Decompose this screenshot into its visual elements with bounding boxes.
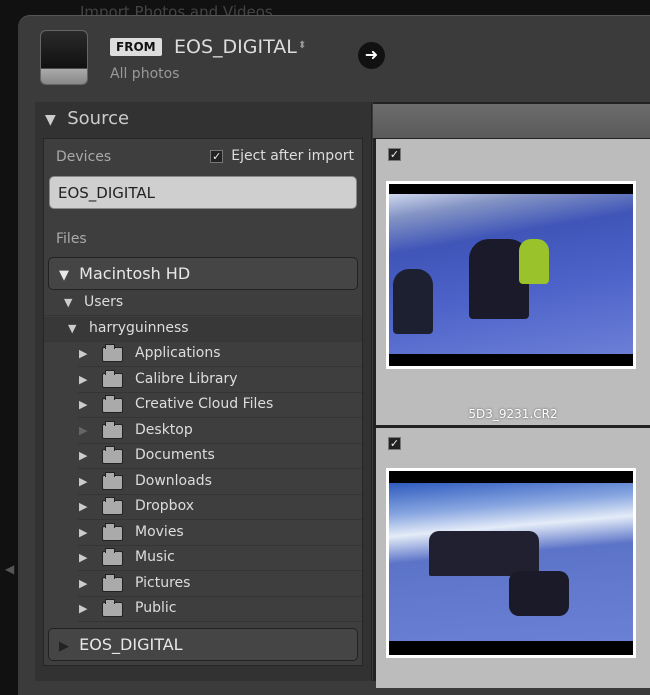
tree-item-folder[interactable]: ▶ Movies bbox=[78, 521, 362, 546]
triangle-right-icon[interactable]: ▶ bbox=[79, 500, 87, 513]
triangle-right-icon[interactable]: ▶ bbox=[79, 347, 87, 360]
folder-icon bbox=[102, 599, 123, 617]
grid-cell[interactable]: ✓ bbox=[376, 428, 650, 688]
tree-item-folder[interactable]: ▶ Music bbox=[78, 546, 362, 571]
triangle-right-icon[interactable]: ▶ bbox=[79, 526, 87, 539]
folder-icon bbox=[102, 369, 123, 388]
triangle-right-icon[interactable]: ▶ bbox=[79, 602, 87, 615]
from-badge: FROM bbox=[110, 38, 162, 56]
photo-thumbnail[interactable] bbox=[386, 181, 636, 369]
triangle-down-icon: ▼ bbox=[59, 268, 69, 283]
tree-item-folder[interactable]: ▶ Creative Cloud Files bbox=[78, 393, 362, 418]
folder-icon bbox=[102, 395, 123, 413]
folder-icon bbox=[102, 522, 123, 541]
tree-item-folder[interactable]: ▶ Public bbox=[78, 597, 362, 622]
triangle-right-icon[interactable]: ▶ bbox=[79, 577, 87, 590]
triangle-right-icon[interactable]: ▶ bbox=[79, 449, 87, 462]
photo-filename: 5D3_9231.CR2 bbox=[468, 407, 558, 421]
volume-eos-digital[interactable]: ▶ EOS_DIGITAL bbox=[48, 628, 358, 661]
device-item[interactable]: EOS_DIGITAL bbox=[49, 176, 357, 209]
triangle-right-icon: ▶ bbox=[59, 639, 69, 654]
drive-icon bbox=[40, 30, 88, 85]
updown-icon[interactable]: ⬍ bbox=[298, 40, 306, 51]
tree-item-folder[interactable]: ▶ Dropbox bbox=[78, 495, 362, 520]
source-header[interactable]: ▼ Source bbox=[45, 108, 129, 129]
triangle-down-icon: ▼ bbox=[64, 296, 73, 309]
tree-item-folder[interactable]: ▶ Desktop bbox=[78, 419, 362, 444]
collapse-left-icon[interactable]: ◀ bbox=[5, 562, 14, 576]
triangle-down-icon: ▼ bbox=[68, 322, 77, 335]
triangle-right-icon[interactable]: ▶ bbox=[79, 475, 87, 488]
tree-item-folder[interactable]: ▶ Documents bbox=[78, 444, 362, 469]
photo-grid: ✓ 5D3_9231.CR2 ✓ bbox=[373, 102, 650, 688]
grid-cell[interactable]: ✓ 5D3_9231.CR2 bbox=[376, 139, 650, 425]
folder-icon bbox=[102, 420, 123, 439]
tree-item-folder[interactable]: ▶ Pictures bbox=[78, 572, 362, 597]
source-selector[interactable]: EOS_DIGITAL bbox=[174, 36, 297, 58]
source-panel: ▼ Source Devices ✓ Eject after import EOS… bbox=[35, 102, 372, 681]
folder-icon bbox=[102, 497, 123, 515]
files-label: Files bbox=[56, 231, 87, 247]
folder-icon bbox=[102, 471, 123, 490]
checkbox-checked-icon[interactable]: ✓ bbox=[388, 437, 401, 450]
triangle-down-icon: ▼ bbox=[45, 112, 56, 128]
folder-icon bbox=[102, 446, 123, 464]
eject-checkbox[interactable]: ✓ Eject after import bbox=[210, 148, 354, 164]
devices-label: Devices bbox=[56, 149, 112, 165]
tree-item-users[interactable]: ▼ Users bbox=[44, 291, 362, 316]
folder-icon bbox=[102, 548, 123, 566]
tree-item-folder[interactable]: ▶ Applications bbox=[78, 342, 362, 367]
checkbox-checked-icon[interactable]: ✓ bbox=[388, 148, 401, 161]
photo-thumbnail[interactable] bbox=[386, 468, 636, 658]
triangle-right-icon[interactable]: ▶ bbox=[79, 373, 87, 386]
grid-toolbar bbox=[373, 104, 650, 138]
tree-item-folder[interactable]: ▶ Calibre Library bbox=[78, 368, 362, 393]
source-subtitle: All photos bbox=[110, 66, 180, 82]
arrow-right-icon[interactable]: ➜ bbox=[358, 42, 385, 69]
folder-icon bbox=[102, 573, 123, 592]
triangle-right-icon[interactable]: ▶ bbox=[79, 551, 87, 564]
tree-item-folder[interactable]: ▶ Downloads bbox=[78, 470, 362, 495]
volume-macintosh-hd[interactable]: ▼ Macintosh HD bbox=[48, 257, 358, 290]
triangle-right-icon[interactable]: ▶ bbox=[79, 398, 87, 411]
checkbox-checked-icon: ✓ bbox=[210, 149, 224, 163]
tree-item-user[interactable]: ▼ harryguinness bbox=[44, 317, 362, 342]
folder-icon bbox=[102, 344, 123, 362]
triangle-right-icon[interactable]: ▶ bbox=[79, 424, 87, 437]
